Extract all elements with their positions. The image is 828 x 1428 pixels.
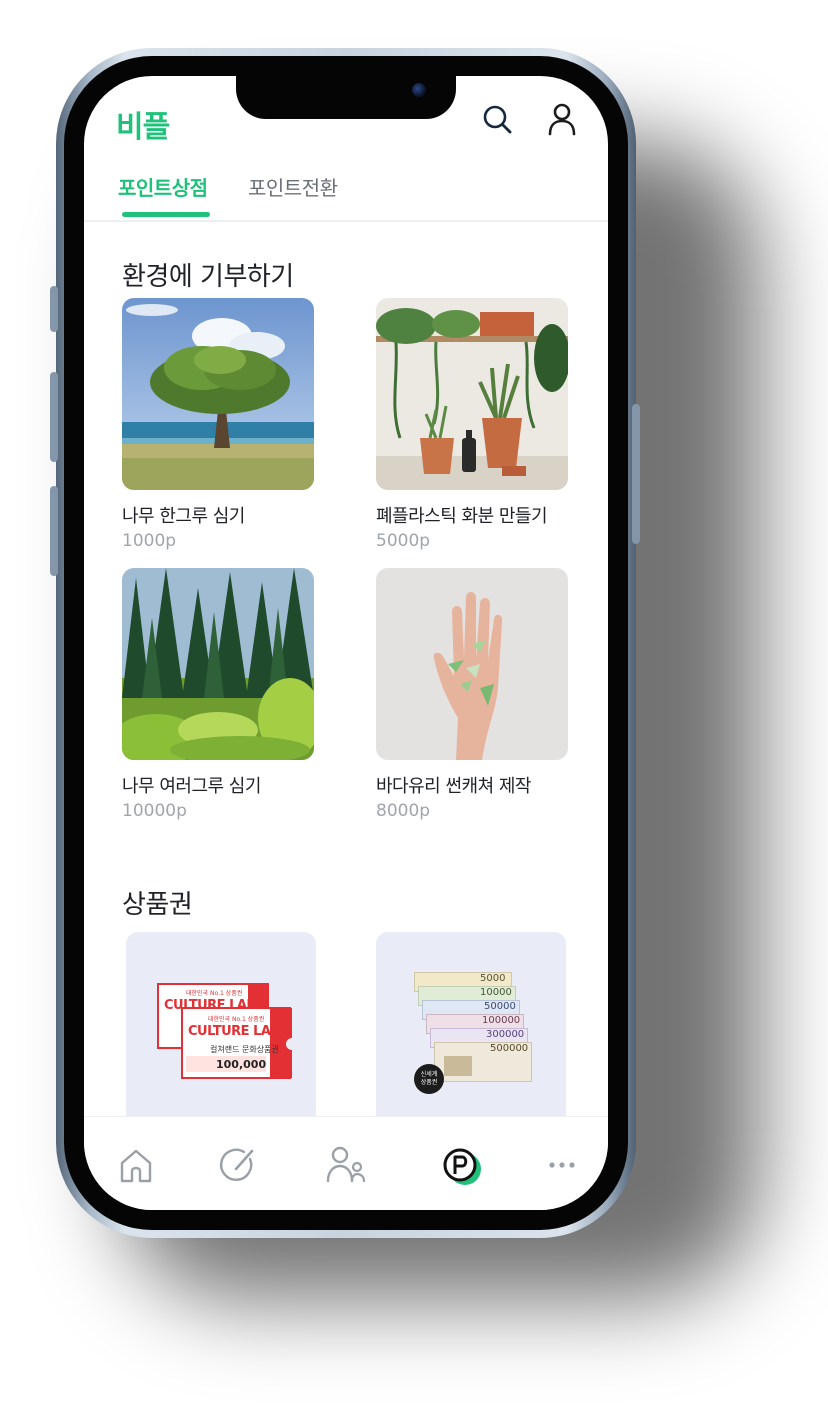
app-logo: 비플 <box>116 110 170 145</box>
denomination-300000: 300000 <box>486 1029 525 1040</box>
card-price: 5000p <box>376 531 431 551</box>
denomination-100000: 100000 <box>482 1015 521 1026</box>
front-camera <box>412 83 426 97</box>
card-price: 8000p <box>376 801 431 821</box>
sea-glass-hand-image <box>376 568 568 760</box>
card-name: 나무 여러그루 심기 <box>122 776 261 797</box>
volume-down-button <box>50 486 58 576</box>
culture-land-amount: 100,000 <box>216 1058 267 1071</box>
voucher-card-culture-land[interactable]: 대한민국 No.1 상품권 CULTURE LAND 대한민국 No.1 상품권… <box>126 932 316 1132</box>
culture-land-tagline: 대한민국 No.1 상품권 <box>186 990 243 997</box>
culture-land-tagline-front: 대한민국 No.1 상품권 <box>208 1016 265 1023</box>
edit-icon[interactable] <box>216 1143 260 1187</box>
plant-pots-image <box>376 298 568 490</box>
denomination-500000: 500000 <box>490 1043 529 1054</box>
culture-land-brand: CULTURE LAND <box>164 998 268 1013</box>
community-icon[interactable] <box>324 1143 368 1187</box>
volume-up-button <box>50 372 58 462</box>
tree-image <box>122 298 314 490</box>
tab-bar: 포인트상점 포인트전환 <box>84 170 608 222</box>
denomination-50000: 50000 <box>484 1001 516 1012</box>
card-price: 1000p <box>122 531 177 551</box>
voucher-card-shinsegae[interactable]: 5000 10000 50000 100000 300000 500000 신세… <box>376 932 566 1132</box>
shinsegae-badge: 신세계 상품권 <box>414 1064 444 1094</box>
card-name: 바다유리 썬캐쳐 제작 <box>376 776 531 797</box>
shinsegae-badge-line2: 상품권 <box>420 1079 438 1086</box>
power-button <box>632 404 640 544</box>
shinsegae-badge-line1: 신세계 <box>420 1071 438 1078</box>
tab-point-conversion[interactable]: 포인트전환 <box>248 172 338 201</box>
point-icon[interactable] <box>438 1143 482 1187</box>
tab-point-shop[interactable]: 포인트상점 <box>118 172 208 201</box>
user-icon[interactable] <box>544 102 580 138</box>
search-icon[interactable] <box>480 102 516 138</box>
bottom-nav <box>84 1116 608 1210</box>
denomination-10000: 10000 <box>480 987 512 998</box>
more-icon[interactable] <box>540 1143 584 1187</box>
culture-land-brand-front: CULTURE LAND <box>188 1024 292 1039</box>
notch <box>236 76 456 119</box>
forest-image <box>122 568 314 760</box>
mute-switch <box>50 286 58 332</box>
donation-card-forest[interactable]: 나무 여러그루 심기 10000p <box>122 568 314 821</box>
home-icon[interactable] <box>114 1143 158 1187</box>
card-name: 나무 한그루 심기 <box>122 506 245 527</box>
denomination-5000: 5000 <box>480 973 506 984</box>
culture-land-label: 컬쳐랜드 문화상품권 <box>210 1045 279 1054</box>
card-price: 10000p <box>122 801 187 821</box>
tab-active-indicator <box>122 212 210 217</box>
phone-screen: 비플 포인트상점 포인트전환 환경에 기부하기 나무 한그루 심기 1000p … <box>84 76 608 1210</box>
card-name: 폐플라스틱 화분 만들기 <box>376 506 548 527</box>
donation-section-title: 환경에 기부하기 <box>122 262 294 292</box>
donation-card-sea-glass[interactable]: 바다유리 썬캐쳐 제작 8000p <box>376 568 568 821</box>
donation-card-tree[interactable]: 나무 한그루 심기 1000p <box>122 298 314 551</box>
voucher-section-title: 상품권 <box>122 890 193 920</box>
donation-card-plastic-pot[interactable]: 폐플라스틱 화분 만들기 5000p <box>376 298 568 551</box>
